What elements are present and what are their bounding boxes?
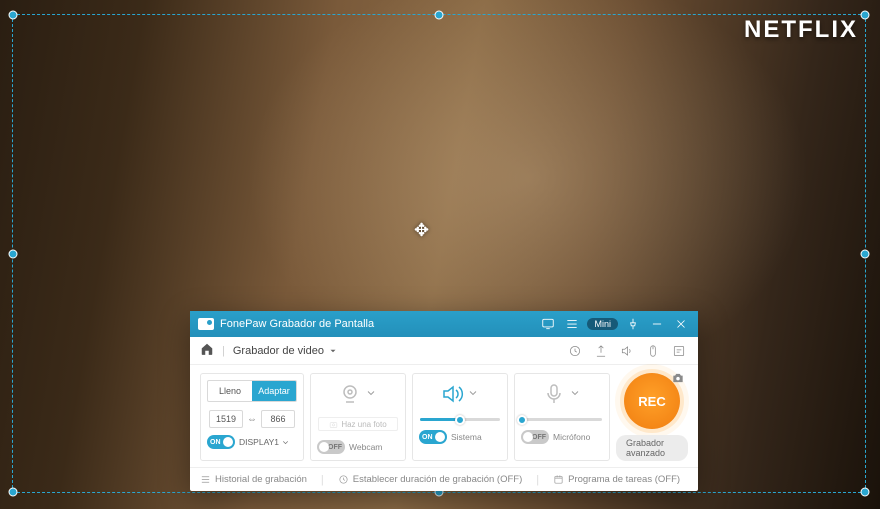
aspect-lock-icon[interactable]: ⇔	[247, 414, 257, 425]
main-panel: Lleno Adaptar 1519 ⇔ 866 ON DISPLAY1	[190, 365, 698, 467]
microphone-volume-slider[interactable]	[522, 418, 602, 421]
resize-handle-mid-right[interactable]	[861, 249, 870, 258]
mouse-icon[interactable]	[644, 342, 662, 360]
screenshot-icon[interactable]	[670, 371, 686, 388]
resize-handle-mid-left[interactable]	[9, 249, 18, 258]
menu-icon[interactable]	[563, 315, 581, 333]
microphone-dropdown[interactable]	[569, 387, 583, 401]
separator: |	[321, 474, 324, 486]
schedule-button[interactable]: Programa de tareas (OFF)	[553, 474, 680, 485]
resize-handle-bottom-left[interactable]	[9, 488, 18, 497]
history-button[interactable]: Historial de grabación	[200, 474, 307, 485]
duration-button[interactable]: Establecer duración de grabación (OFF)	[338, 474, 523, 485]
export-icon[interactable]	[592, 342, 610, 360]
display-selector[interactable]: DISPLAY1	[239, 437, 290, 447]
resize-handle-bottom-right[interactable]	[861, 488, 870, 497]
clock-icon	[338, 474, 349, 485]
resize-handle-top-center[interactable]	[435, 11, 444, 20]
separator: |	[222, 345, 225, 357]
separator: |	[536, 474, 539, 486]
webcam-card: Haz una foto OFF Webcam	[310, 373, 406, 461]
last-record-icon[interactable]	[566, 342, 584, 360]
advanced-recorder-button[interactable]: Grabador avanzado	[616, 435, 688, 461]
feedback-icon[interactable]	[539, 315, 557, 333]
recorder-window: FonePaw Grabador de Pantalla Mini | Grab…	[190, 311, 698, 491]
microphone-icon	[541, 381, 567, 407]
take-photo-button[interactable]: Haz una foto	[318, 417, 398, 431]
speaker-icon	[439, 381, 465, 407]
region-card: Lleno Adaptar 1519 ⇔ 866 ON DISPLAY1	[200, 373, 304, 461]
mini-mode-button[interactable]: Mini	[587, 318, 618, 330]
minimize-icon[interactable]	[648, 315, 666, 333]
mode-selector[interactable]: Grabador de video	[233, 345, 338, 357]
webcam-icon	[337, 381, 363, 407]
resize-handle-top-right[interactable]	[861, 11, 870, 20]
region-tab-full[interactable]: Lleno	[208, 381, 252, 401]
webcam-dropdown[interactable]	[365, 387, 379, 401]
region-height-input[interactable]: 866	[261, 410, 295, 428]
region-width-input[interactable]: 1519	[209, 410, 243, 428]
footer: Historial de grabación | Establecer dura…	[190, 467, 698, 491]
system-sound-dropdown[interactable]	[467, 387, 481, 401]
webcam-toggle[interactable]: OFF	[317, 440, 345, 454]
system-sound-toggle[interactable]: ON	[419, 430, 447, 444]
region-toggle[interactable]: ON	[207, 435, 235, 449]
sound-icon[interactable]	[618, 342, 636, 360]
move-cursor-icon: ✥	[414, 220, 429, 241]
calendar-icon	[553, 474, 564, 485]
app-title: FonePaw Grabador de Pantalla	[220, 318, 533, 330]
system-volume-slider[interactable]	[420, 418, 500, 421]
toolbar: | Grabador de video	[190, 337, 698, 365]
chevron-down-icon	[281, 438, 290, 447]
app-logo-icon	[198, 318, 214, 330]
microphone-toggle[interactable]: OFF	[521, 430, 549, 444]
mode-label: Grabador de video	[233, 345, 324, 357]
pin-icon[interactable]	[624, 315, 642, 333]
settings-box-icon[interactable]	[670, 342, 688, 360]
record-column: REC Grabador avanzado	[616, 373, 688, 461]
microphone-card: OFF Micrófono	[514, 373, 610, 461]
system-sound-label: Sistema	[451, 432, 482, 442]
microphone-label: Micrófono	[553, 432, 590, 442]
chevron-down-icon	[328, 346, 338, 356]
close-icon[interactable]	[672, 315, 690, 333]
list-icon	[200, 474, 211, 485]
resize-handle-top-left[interactable]	[9, 11, 18, 20]
webcam-label: Webcam	[349, 442, 382, 452]
system-sound-card: ON Sistema	[412, 373, 508, 461]
home-icon[interactable]	[200, 342, 214, 359]
region-tab-custom[interactable]: Adaptar	[252, 381, 296, 401]
region-mode-tabs: Lleno Adaptar	[207, 380, 297, 402]
titlebar[interactable]: FonePaw Grabador de Pantalla Mini	[190, 311, 698, 337]
camera-mini-icon	[329, 420, 338, 429]
